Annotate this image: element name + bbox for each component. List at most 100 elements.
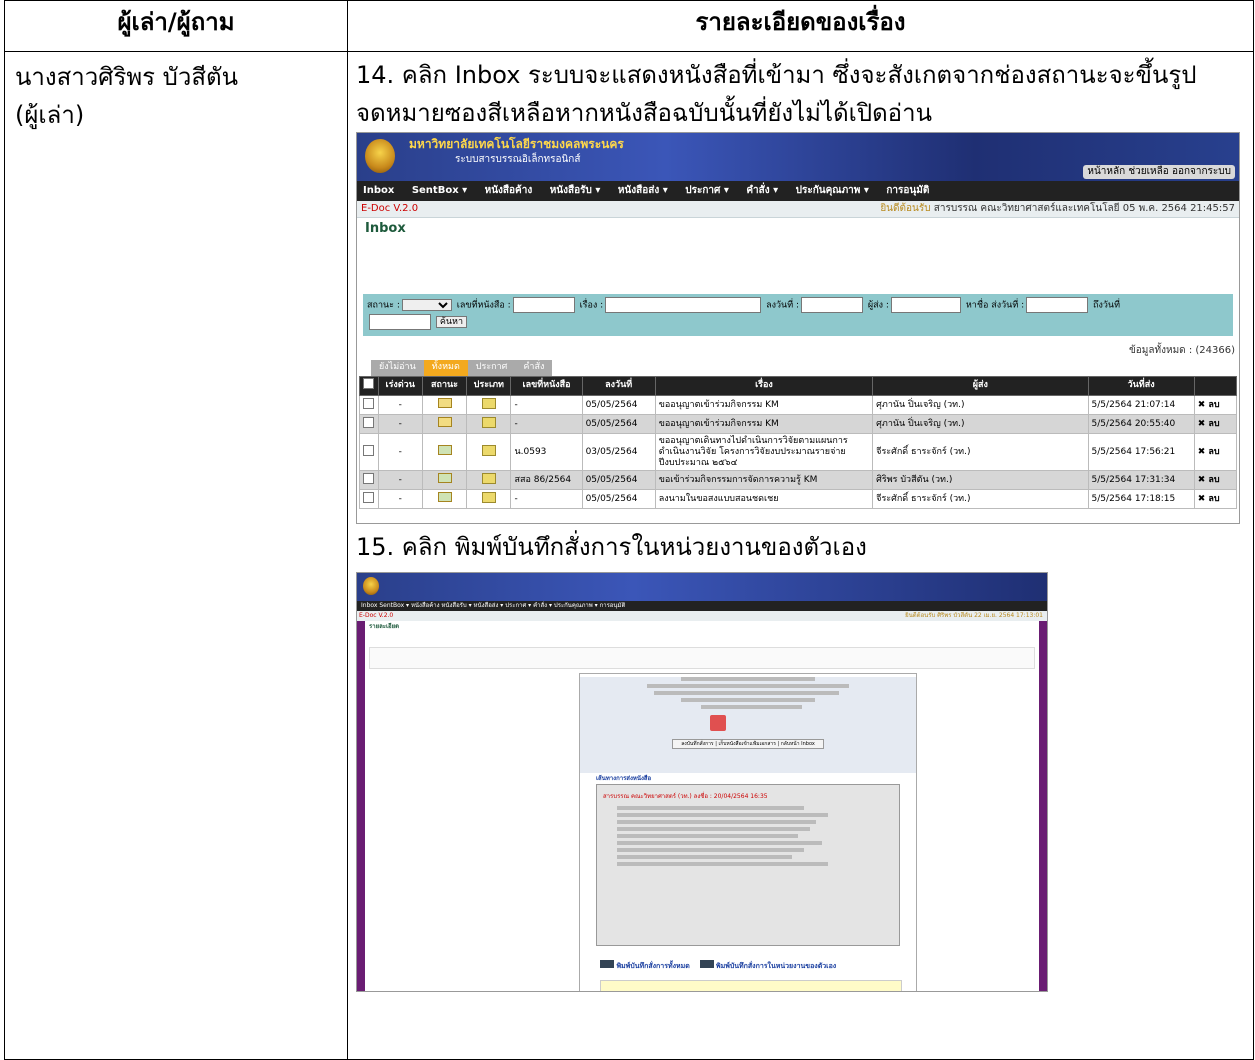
row-sent: 5/5/2564 17:18:15 <box>1087 489 1195 509</box>
row-checkbox[interactable] <box>363 491 374 503</box>
memo-footer <box>600 980 902 991</box>
date-label: ลงวันที่ : <box>766 300 800 311</box>
version-bar: E-Doc V.2.0 ยินดีต้อนรับ สารบรรณ คณะวิทย… <box>357 201 1239 218</box>
row-checkbox[interactable] <box>363 416 374 428</box>
col-subject: เรื่อง <box>654 376 874 396</box>
row-checkbox[interactable] <box>363 444 374 456</box>
university-logo-icon <box>363 577 379 595</box>
page-title: Inbox <box>365 221 406 236</box>
row-docno: - <box>510 489 583 509</box>
printer-icon[interactable] <box>600 960 614 968</box>
print-own-button[interactable]: พิมพ์บันทึกสั่งการในหน่วยงานของตัวเอง <box>716 962 836 970</box>
menu-approval[interactable]: การอนุมัติ <box>886 185 929 196</box>
memo-details: ลงบันทึกสั่งการ | เก็บหนังสือเข้าแฟ้มเอก… <box>580 677 916 773</box>
row-sender: ศุภานัน ปิ่นเจริญ (วท.) <box>872 414 1089 434</box>
header-box <box>369 647 1035 669</box>
col-check[interactable] <box>359 376 379 396</box>
col-docno: เลขที่หนังสือ <box>510 376 583 396</box>
printer-icon[interactable] <box>699 960 714 968</box>
delete-button[interactable]: ✖ ลบ <box>1193 470 1238 490</box>
menu-pending[interactable]: หนังสือค้าง <box>485 185 533 196</box>
row-date: 05/05/2564 <box>581 395 656 415</box>
document-icon <box>481 472 496 484</box>
row-sent: 5/5/2564 17:31:34 <box>1087 470 1195 490</box>
row-docno: น.0593 <box>510 433 583 471</box>
row-urgent: - <box>377 395 423 415</box>
row-subject-link[interactable]: ขออนุญาตเข้าร่วมกิจกรรม KM <box>654 414 874 434</box>
menu-sent[interactable]: หนังสือส่ง ▾ <box>618 185 668 196</box>
row-date: 05/05/2564 <box>581 414 656 434</box>
tab-unread[interactable]: ยังไม่อ่าน <box>371 360 424 376</box>
row-checkbox[interactable] <box>363 472 374 484</box>
tab-all[interactable]: ทั้งหมด <box>423 360 468 376</box>
delete-button[interactable]: ✖ ลบ <box>1193 433 1238 471</box>
delete-button[interactable]: ✖ ลบ <box>1193 489 1238 509</box>
status-select[interactable] <box>401 299 452 311</box>
menu-qa[interactable]: ประกันคุณภาพ ▾ <box>796 185 869 196</box>
document-icon <box>481 491 496 503</box>
content-frame: รายละเอียด ลงบันทึกสั่งการ | เก็บหนังสือ… <box>357 621 1047 991</box>
total-count: ข้อมูลทั้งหมด : (24366) <box>1128 345 1235 356</box>
menu-received[interactable]: หนังสือรับ ▾ <box>550 185 601 196</box>
print-row: พิมพ์บันทึกสั่งการทั้งหมด พิมพ์บันทึกสั่… <box>600 960 836 970</box>
row-sent: 5/5/2564 17:56:21 <box>1087 433 1195 471</box>
col-sender: ผู้ส่ง <box>872 376 1089 396</box>
pdf-icon[interactable] <box>710 715 726 731</box>
delete-button[interactable]: ✖ ลบ <box>1193 395 1238 415</box>
subject-input[interactable] <box>605 297 762 313</box>
routing-tree: สารบรรณ คณะวิทยาศาสตร์ (วท.) ลงชื่อ : 20… <box>596 784 900 946</box>
welcome-text: ยินดีต้อนรับ ศิริพร บัวสีตัน 22 เม.ย. 25… <box>905 612 1043 619</box>
sentdate-input[interactable] <box>1026 297 1089 313</box>
col-sent: วันที่ส่ง <box>1087 376 1195 396</box>
memo-panel: ลงบันทึกสั่งการ | เก็บหนังสือเข้าแฟ้มเอก… <box>579 673 917 991</box>
menu-order[interactable]: คำสั่ง ▾ <box>746 185 778 196</box>
subject-label: เรื่อง : <box>579 300 604 311</box>
table-row[interactable]: - - 05/05/2564 ขออนุญาตเข้าร่วมกิจกรรม K… <box>359 414 1238 434</box>
site-banner: มหาวิทยาลัยเทคโนโลยีราชมงคลพระนคร ระบบสา… <box>357 133 1239 181</box>
row-urgent: - <box>377 470 423 490</box>
tab-order[interactable]: คำสั่ง <box>515 360 553 376</box>
sender-input[interactable] <box>890 297 961 313</box>
system-name: ระบบสารบรรณอิเล็กทรอนิกส์ <box>455 154 581 165</box>
find-name-button[interactable]: หาชื่อ <box>966 301 989 311</box>
row-urgent: - <box>377 414 423 434</box>
sentdate-to-label: ถึงวันที่ <box>1093 300 1120 311</box>
row-subject-link[interactable]: ขอเข้าร่วมกิจกรรมการจัดการความรู้ KM <box>654 470 874 490</box>
site-banner-small <box>357 573 1047 601</box>
docno-label: เลขที่หนังสือ : <box>456 300 511 311</box>
select-all-checkbox[interactable] <box>363 378 375 389</box>
row-subject-link[interactable]: ขออนุญาตเดินทางไปดำเนินการวิจัยตามแผนการ… <box>654 433 874 471</box>
col-status: สถานะ <box>421 376 468 396</box>
col-date: ลงวันที่ <box>581 376 656 396</box>
routing-head: สารบรรณ คณะวิทยาศาสตร์ (วท.) ลงชื่อ : 20… <box>603 793 768 800</box>
action-buttons[interactable]: ลงบันทึกสั่งการ | เก็บหนังสือเข้าแฟ้มเอก… <box>672 739 824 749</box>
opened-envelope-icon <box>437 492 452 502</box>
tab-announce[interactable]: ประกาศ <box>467 360 516 376</box>
date-input[interactable] <box>801 297 864 313</box>
document-icon <box>481 397 496 409</box>
table-row[interactable]: - สสอ 86/2564 05/05/2564 ขอเข้าร่วมกิจกร… <box>359 470 1238 490</box>
row-subject-link[interactable]: ลงนามในขอสงแบบสอนชดเชย <box>654 489 874 509</box>
header-details: รายละเอียดของเรื่อง <box>347 0 1254 52</box>
step-14-text: 14. คลิก Inbox ระบบจะแสดงหนังสือที่เข้าม… <box>356 61 1197 127</box>
menu-sentbox[interactable]: SentBox ▾ <box>412 185 467 196</box>
menu-announce[interactable]: ประกาศ ▾ <box>685 185 729 196</box>
print-all-button[interactable]: พิมพ์บันทึกสั่งการทั้งหมด <box>616 962 689 970</box>
col-urgent: เร่งด่วน <box>377 376 423 396</box>
table-row[interactable]: - - 05/05/2564 ขออนุญาตเข้าร่วมกิจกรรม K… <box>359 395 1238 415</box>
menu-inbox[interactable]: Inbox <box>363 185 394 196</box>
docno-input[interactable] <box>512 297 575 313</box>
content-area: รายละเอียด ลงบันทึกสั่งการ | เก็บหนังสือ… <box>365 621 1039 991</box>
row-checkbox[interactable] <box>363 397 374 409</box>
document-icon <box>481 444 496 456</box>
top-links[interactable]: หน้าหลัก ช่วยเหลือ ออกจากระบบ <box>1083 165 1235 179</box>
row-sender: ศุภานัน ปิ่นเจริญ (วท.) <box>872 395 1089 415</box>
table-row[interactable]: - น.0593 03/05/2564 ขออนุญาตเดินทางไปดำเ… <box>359 433 1238 471</box>
sentdate-label: ส่งวันที่ : <box>991 300 1025 311</box>
row-subject-link[interactable]: ขออนุญาตเข้าร่วมกิจกรรม KM <box>654 395 874 415</box>
delete-button[interactable]: ✖ ลบ <box>1193 414 1238 434</box>
table-row[interactable]: - - 05/05/2564 ลงนามในขอสงแบบสอนชดเชย จี… <box>359 489 1238 509</box>
sentdate-to-input[interactable] <box>369 313 431 330</box>
narrator-name: นางสาวศิริพร บัวสีตัน <box>15 63 239 91</box>
search-button[interactable]: ค้นหา <box>435 316 468 328</box>
